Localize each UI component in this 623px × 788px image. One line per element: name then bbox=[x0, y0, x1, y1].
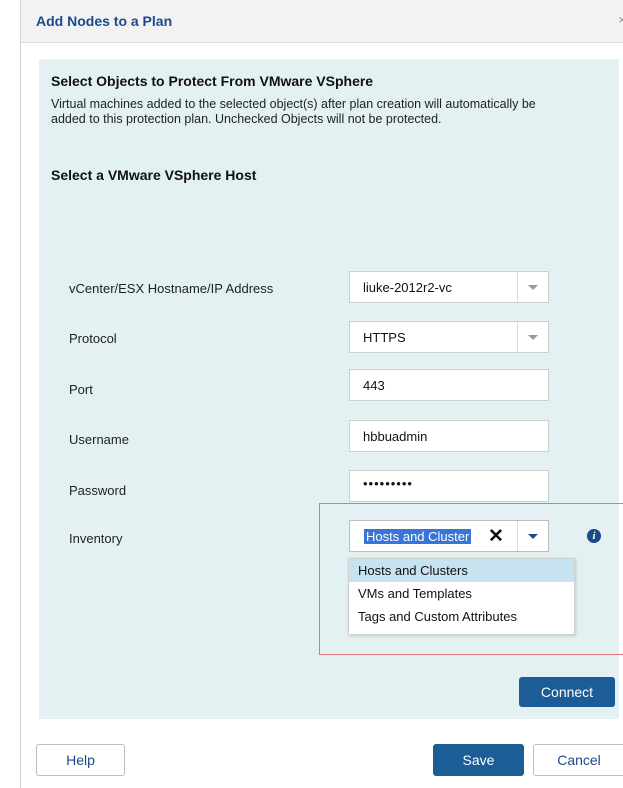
inventory-dropdown-menu: Hosts and Clusters VMs and Templates Tag… bbox=[348, 558, 575, 635]
password-label: Password bbox=[69, 483, 127, 498]
username-value: hbbuadmin bbox=[363, 429, 428, 444]
password-value: ••••••••• bbox=[363, 476, 413, 491]
info-icon[interactable]: i bbox=[587, 529, 601, 543]
add-nodes-dialog: Add Nodes to a Plan × Select Objects to … bbox=[20, 0, 623, 788]
chevron-down-icon[interactable] bbox=[517, 272, 548, 302]
protocol-select[interactable]: HTTPS bbox=[349, 321, 549, 353]
menu-item-vms-templates[interactable]: VMs and Templates bbox=[349, 582, 574, 605]
protocol-value: HTTPS bbox=[363, 330, 406, 345]
panel-heading: Select Objects to Protect From VMware VS… bbox=[51, 73, 374, 89]
port-value: 443 bbox=[363, 378, 385, 393]
hostname-label: vCenter/ESX Hostname/IP Address bbox=[69, 281, 274, 296]
save-button[interactable]: Save bbox=[433, 744, 524, 776]
password-input[interactable]: ••••••••• bbox=[349, 470, 549, 502]
help-button[interactable]: Help bbox=[36, 744, 125, 776]
username-label: Username bbox=[69, 432, 129, 447]
hostname-value: liuke-2012r2-vc bbox=[363, 280, 452, 295]
port-input[interactable]: 443 bbox=[349, 369, 549, 401]
inventory-label: Inventory bbox=[69, 531, 123, 546]
username-input[interactable]: hbbuadmin bbox=[349, 420, 549, 452]
connect-button[interactable]: Connect bbox=[519, 677, 615, 707]
menu-item-tags-attributes[interactable]: Tags and Custom Attributes bbox=[349, 605, 574, 628]
inventory-select[interactable]: Hosts and Cluster ✕ bbox=[349, 520, 549, 552]
menu-item-hosts-clusters[interactable]: Hosts and Clusters bbox=[349, 559, 574, 582]
chevron-down-icon[interactable] bbox=[517, 322, 548, 352]
cancel-button[interactable]: Cancel bbox=[533, 744, 623, 776]
chevron-down-icon[interactable] bbox=[517, 521, 548, 551]
dialog-title: Add Nodes to a Plan bbox=[36, 13, 173, 29]
dialog-titlebar: Add Nodes to a Plan × bbox=[21, 0, 623, 43]
hostname-select[interactable]: liuke-2012r2-vc bbox=[349, 271, 549, 303]
protocol-label: Protocol bbox=[69, 331, 117, 346]
close-icon[interactable]: × bbox=[618, 12, 623, 27]
clear-icon[interactable]: ✕ bbox=[488, 525, 504, 548]
host-subheading: Select a VMware VSphere Host bbox=[51, 167, 257, 183]
port-label: Port bbox=[69, 382, 93, 397]
inventory-value: Hosts and Cluster bbox=[364, 529, 472, 544]
panel-description: Virtual machines added to the selected o… bbox=[51, 97, 536, 126]
protect-objects-panel: Select Objects to Protect From VMware VS… bbox=[39, 59, 623, 719]
